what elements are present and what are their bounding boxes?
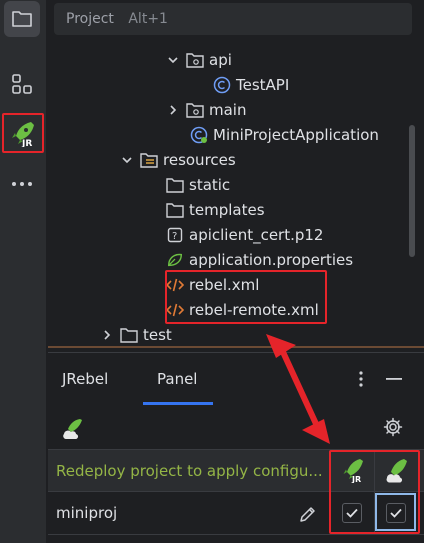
more-tool-button[interactable] <box>4 166 40 202</box>
tab-panel[interactable]: Panel <box>143 353 213 405</box>
chevron-down-icon[interactable] <box>120 153 134 167</box>
tree-item-apiclient-cert[interactable]: ? apiclient_cert.p12 <box>166 222 323 247</box>
highlight-box-checkbox-columns <box>329 450 420 534</box>
folder-icon <box>166 201 184 219</box>
jrebel-badge-text: JR <box>21 139 32 147</box>
svg-text:?: ? <box>172 231 177 242</box>
resources-folder-icon <box>140 151 158 169</box>
jrebel-remote-icon[interactable] <box>62 417 84 439</box>
minimize-button[interactable] <box>384 368 404 390</box>
tree-item-templates[interactable]: templates <box>166 197 265 222</box>
project-tree-panel: Project Alt+1 api TestAPI main MiniProje… <box>48 0 424 352</box>
panel-divider <box>48 346 424 348</box>
tree-item-label: TestAPI <box>236 75 290 94</box>
folder-icon <box>166 176 184 194</box>
tree-item-label: apiclient_cert.p12 <box>189 225 324 244</box>
project-tree-title: Project <box>66 11 114 27</box>
gear-icon[interactable] <box>383 417 403 437</box>
tree-item-resources[interactable]: resources <box>120 147 236 172</box>
tree-item-label: templates <box>189 200 265 219</box>
tree-item-label: MiniProjectApplication <box>213 125 379 144</box>
more-horizontal-icon <box>12 182 32 186</box>
tree-item-label: application.properties <box>189 250 354 269</box>
tree-item-miniprojectapplication[interactable]: MiniProjectApplication <box>190 122 379 147</box>
spring-class-icon <box>190 126 208 144</box>
project-name: miniproj <box>56 504 118 522</box>
tree-item-test[interactable]: test <box>100 322 172 347</box>
pencil-icon[interactable] <box>298 504 318 524</box>
tree-item-static[interactable]: static <box>166 172 230 197</box>
structure-tool-button[interactable] <box>4 66 40 102</box>
chevron-right-icon[interactable] <box>166 103 180 117</box>
package-folder-icon <box>186 101 204 119</box>
jrebel-projects-table: Redeploy project to apply configu... min… <box>48 449 424 539</box>
tree-item-api[interactable]: api <box>166 47 232 72</box>
tree-item-application-properties[interactable]: application.properties <box>166 247 353 272</box>
options-menu-button[interactable] <box>353 368 369 390</box>
more-vertical-icon <box>359 371 363 387</box>
jrebel-tab-bar: JRebel Panel <box>48 353 424 405</box>
tree-item-label: resources <box>163 150 236 169</box>
tool-window-strip: JR <box>0 0 47 543</box>
chevron-right-icon[interactable] <box>100 328 114 342</box>
jrebel-rocket-icon: JR <box>12 122 34 147</box>
tree-scrollbar[interactable] <box>409 125 415 257</box>
tree-item-label: static <box>189 175 231 194</box>
folder-icon <box>120 326 138 344</box>
project-tool-button[interactable] <box>4 1 40 37</box>
spring-properties-icon <box>166 251 184 269</box>
tree-item-label: api <box>209 50 232 69</box>
jrebel-tool-button[interactable]: JR <box>2 113 44 153</box>
redeploy-message: Redeploy project to apply configu... <box>56 462 323 480</box>
tree-item-label: main <box>209 100 247 119</box>
project-tree-shortcut: Alt+1 <box>128 11 168 27</box>
tree-item-testapi[interactable]: TestAPI <box>213 72 289 97</box>
highlight-box-rebel-files <box>165 270 327 324</box>
tree-item-main[interactable]: main <box>166 97 246 122</box>
jrebel-toolbar <box>48 405 424 449</box>
tree-item-label: test <box>143 325 172 344</box>
folder-icon <box>12 11 32 27</box>
class-icon <box>213 76 231 94</box>
minimize-icon <box>386 378 402 380</box>
tab-panel-label: Panel <box>157 370 198 388</box>
jrebel-tool-window: JRebel Panel Redeploy project to apply c… <box>48 352 424 543</box>
project-tree-header[interactable]: Project Alt+1 <box>54 3 412 35</box>
chevron-down-icon[interactable] <box>166 53 180 67</box>
jrebel-window-title: JRebel <box>62 370 109 388</box>
unknown-file-icon: ? <box>166 226 184 244</box>
structure-icon <box>12 74 32 94</box>
package-folder-icon <box>186 51 204 69</box>
